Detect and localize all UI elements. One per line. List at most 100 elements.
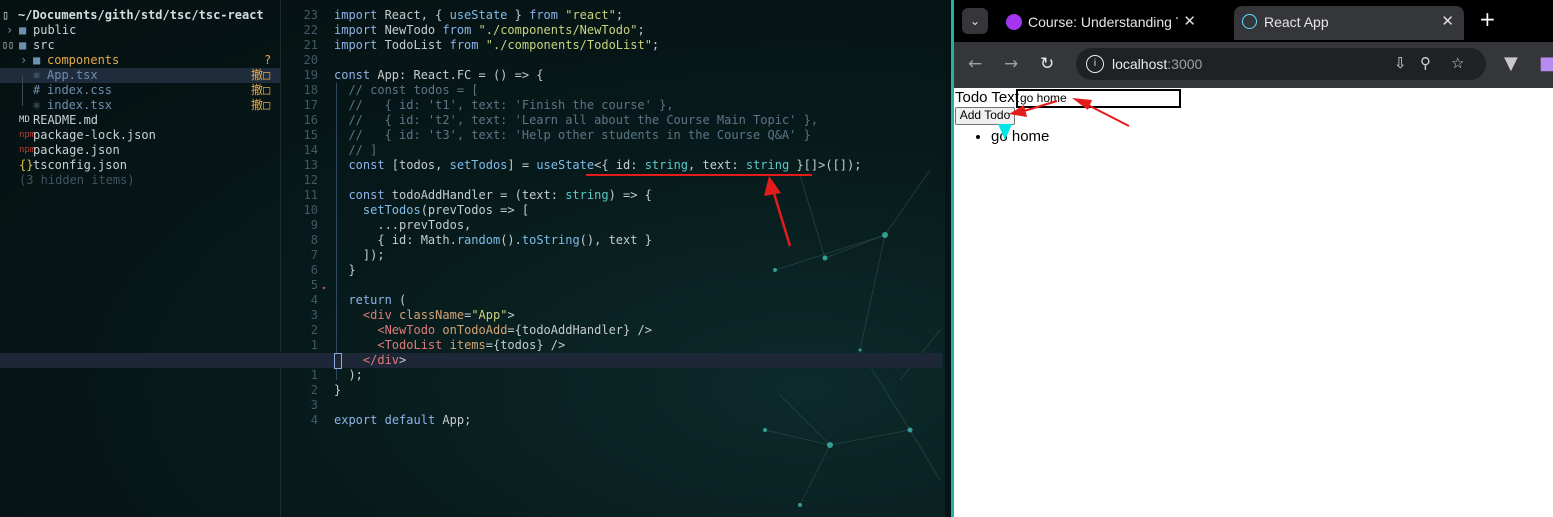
todo-text-input[interactable]: go home bbox=[1016, 89, 1181, 108]
git-modified-badge: 撤□ bbox=[251, 98, 271, 112]
todo-item: go home bbox=[991, 128, 1049, 145]
line-number: 20 bbox=[303, 53, 318, 67]
code-line[interactable]: } bbox=[334, 383, 942, 398]
react-favicon-icon bbox=[1242, 14, 1257, 29]
tree-item-package-lock[interactable]: npm package-lock.json bbox=[0, 128, 280, 143]
close-tab-icon[interactable]: ✕ bbox=[1183, 12, 1196, 30]
tree-item-tsconfig[interactable]: {} tsconfig.json bbox=[0, 158, 280, 173]
site-info-icon[interactable]: i bbox=[1086, 55, 1104, 73]
tab-search-button[interactable]: ⌄ bbox=[962, 8, 988, 34]
code-line[interactable] bbox=[334, 398, 942, 413]
tree-item-public[interactable]: › ■ public bbox=[0, 23, 280, 38]
back-icon[interactable]: ← bbox=[968, 54, 982, 74]
new-tab-button[interactable]: + bbox=[1479, 7, 1496, 31]
tab-react-app[interactable]: React App ✕ bbox=[1234, 6, 1464, 40]
code-editor-window: ▯ ~/Documents/gith/std/tsc/tsc-react › ■ pu… bbox=[0, 0, 945, 517]
line-number: 15 bbox=[303, 128, 318, 142]
code-line[interactable]: // { id: 't2', text: 'Learn all about th… bbox=[334, 113, 942, 128]
text-cursor bbox=[334, 353, 342, 369]
code-line[interactable]: const App: React.FC = () => { bbox=[334, 68, 942, 83]
annotation-underline bbox=[586, 174, 812, 176]
code-line[interactable] bbox=[334, 53, 942, 68]
line-number: 8 bbox=[310, 233, 318, 247]
add-todo-button[interactable]: Add Todo bbox=[955, 107, 1015, 125]
code-line[interactable]: // { id: 't1', text: 'Finish the course'… bbox=[334, 98, 942, 113]
line-number: 13 bbox=[303, 158, 318, 172]
line-number: 2 bbox=[310, 323, 318, 337]
todo-text-label: Todo Text bbox=[955, 89, 1019, 106]
install-app-icon[interactable]: ⇩ bbox=[1394, 54, 1407, 72]
close-tab-icon[interactable]: ✕ bbox=[1441, 12, 1454, 30]
todo-list: go home bbox=[954, 128, 1049, 145]
vivaldi-extension-icon[interactable]: ▼ bbox=[1504, 53, 1518, 74]
git-modified-badge: 撤□ bbox=[251, 68, 271, 82]
code-line[interactable]: <TodoList items={todos} /> bbox=[334, 338, 942, 353]
address-bar[interactable]: i localhost:3000 ⇩ ⚲ ☆ bbox=[1076, 48, 1486, 80]
tree-item-index-tsx[interactable]: ⚛ index.tsx 撤□ bbox=[0, 98, 280, 113]
file-tree: ▯ ~/Documents/gith/std/tsc/tsc-react › ■ pu… bbox=[0, 8, 280, 188]
tab-title: React App bbox=[1264, 14, 1329, 30]
tree-item-package-json[interactable]: npm package.json bbox=[0, 143, 280, 158]
code-line[interactable]: import React, { useState } from "react"; bbox=[334, 8, 942, 23]
tab-strip: ⌄ Course: Understanding T ✕ React App ✕ … bbox=[954, 0, 1553, 42]
tree-item-components[interactable]: › ■ components? bbox=[0, 53, 280, 68]
line-number: 1 bbox=[310, 368, 318, 382]
code-line[interactable]: const [todos, setTodos] = useState<{ id:… bbox=[334, 158, 942, 173]
code-line[interactable] bbox=[334, 278, 942, 293]
code-line[interactable]: // { id: 't3', text: 'Help other student… bbox=[334, 128, 942, 143]
code-line[interactable]: ); bbox=[334, 368, 942, 383]
fold-marker-icon: ▸ bbox=[322, 283, 327, 292]
extension-icon[interactable]: ■ bbox=[1539, 53, 1553, 74]
line-number: 7 bbox=[310, 248, 318, 262]
line-number: 22 bbox=[303, 23, 318, 37]
line-number: 1 bbox=[310, 338, 318, 352]
line-number: 19 bbox=[303, 68, 318, 82]
reload-icon[interactable]: ↻ bbox=[1040, 54, 1054, 74]
zoom-icon[interactable]: ⚲ bbox=[1420, 54, 1431, 72]
code-line[interactable]: const todoAddHandler = (text: string) =>… bbox=[334, 188, 942, 203]
code-line[interactable]: } bbox=[334, 263, 942, 278]
line-number: 3 bbox=[310, 308, 318, 322]
code-line[interactable]: </div> bbox=[0, 353, 942, 368]
git-modified-badge: 撤□ bbox=[251, 83, 271, 97]
tree-item-index-css[interactable]: # index.css 撤□ bbox=[0, 83, 280, 98]
code-line[interactable]: // ] bbox=[334, 143, 942, 158]
line-number: 18 bbox=[303, 83, 318, 97]
code-line[interactable]: import NewTodo from "./components/NewTod… bbox=[334, 23, 942, 38]
line-number: 10 bbox=[303, 203, 318, 217]
line-number: 23 bbox=[303, 8, 318, 22]
tab-course[interactable]: Course: Understanding T ✕ bbox=[998, 6, 1206, 40]
git-untracked-badge: ? bbox=[264, 53, 272, 67]
code-line[interactable]: export default App; bbox=[334, 413, 942, 428]
udemy-favicon-icon bbox=[1006, 14, 1022, 30]
tree-root-path: ~/Documents/gith/std/tsc/tsc-react bbox=[18, 8, 264, 22]
tree-item-app-tsx[interactable]: ⚛ App.tsx 撤□ bbox=[0, 68, 280, 83]
code-line[interactable]: <div className="App"> bbox=[334, 308, 942, 323]
bookmark-star-icon[interactable]: ☆ bbox=[1451, 54, 1464, 72]
code-line[interactable]: setTodos(prevTodos => [ bbox=[334, 203, 942, 218]
tab-title: Course: Understanding T bbox=[1028, 14, 1178, 30]
code-line[interactable]: ...prevTodos, bbox=[334, 218, 942, 233]
code-line[interactable]: return ( bbox=[334, 293, 942, 308]
code-area[interactable]: import React, { useState } from "react";… bbox=[0, 8, 942, 428]
url-text: localhost:3000 bbox=[1112, 56, 1203, 72]
line-number: 14 bbox=[303, 143, 318, 157]
line-number: 4 bbox=[310, 413, 318, 427]
line-number: 9 bbox=[310, 218, 318, 232]
page-content: Todo Text go home Add Todo go home bbox=[954, 88, 1553, 517]
line-number: 5 bbox=[310, 278, 318, 292]
browser-toolbar: ← → ↻ i localhost:3000 ⇩ ⚲ ☆ ▼ ■ bbox=[954, 42, 1553, 88]
code-line[interactable]: ]); bbox=[334, 248, 942, 263]
line-number: 2 bbox=[310, 383, 318, 397]
tree-indent-guide bbox=[22, 76, 23, 106]
code-line[interactable]: // const todos = [ bbox=[334, 83, 942, 98]
code-line[interactable]: { id: Math.random().toString(), text } bbox=[334, 233, 942, 248]
code-line[interactable]: <NewTodo onTodoAdd={todoAddHandler} /> bbox=[334, 323, 942, 338]
forward-icon[interactable]: → bbox=[1004, 54, 1018, 74]
code-line[interactable]: import TodoList from "./components/TodoL… bbox=[334, 38, 942, 53]
tree-item-readme[interactable]: MD README.md bbox=[0, 113, 280, 128]
tree-item-src[interactable]: ▯▯ ■ src bbox=[0, 38, 280, 53]
pane-divider bbox=[280, 0, 281, 517]
line-number: 17 bbox=[303, 98, 318, 112]
line-number: 21 bbox=[303, 38, 318, 52]
